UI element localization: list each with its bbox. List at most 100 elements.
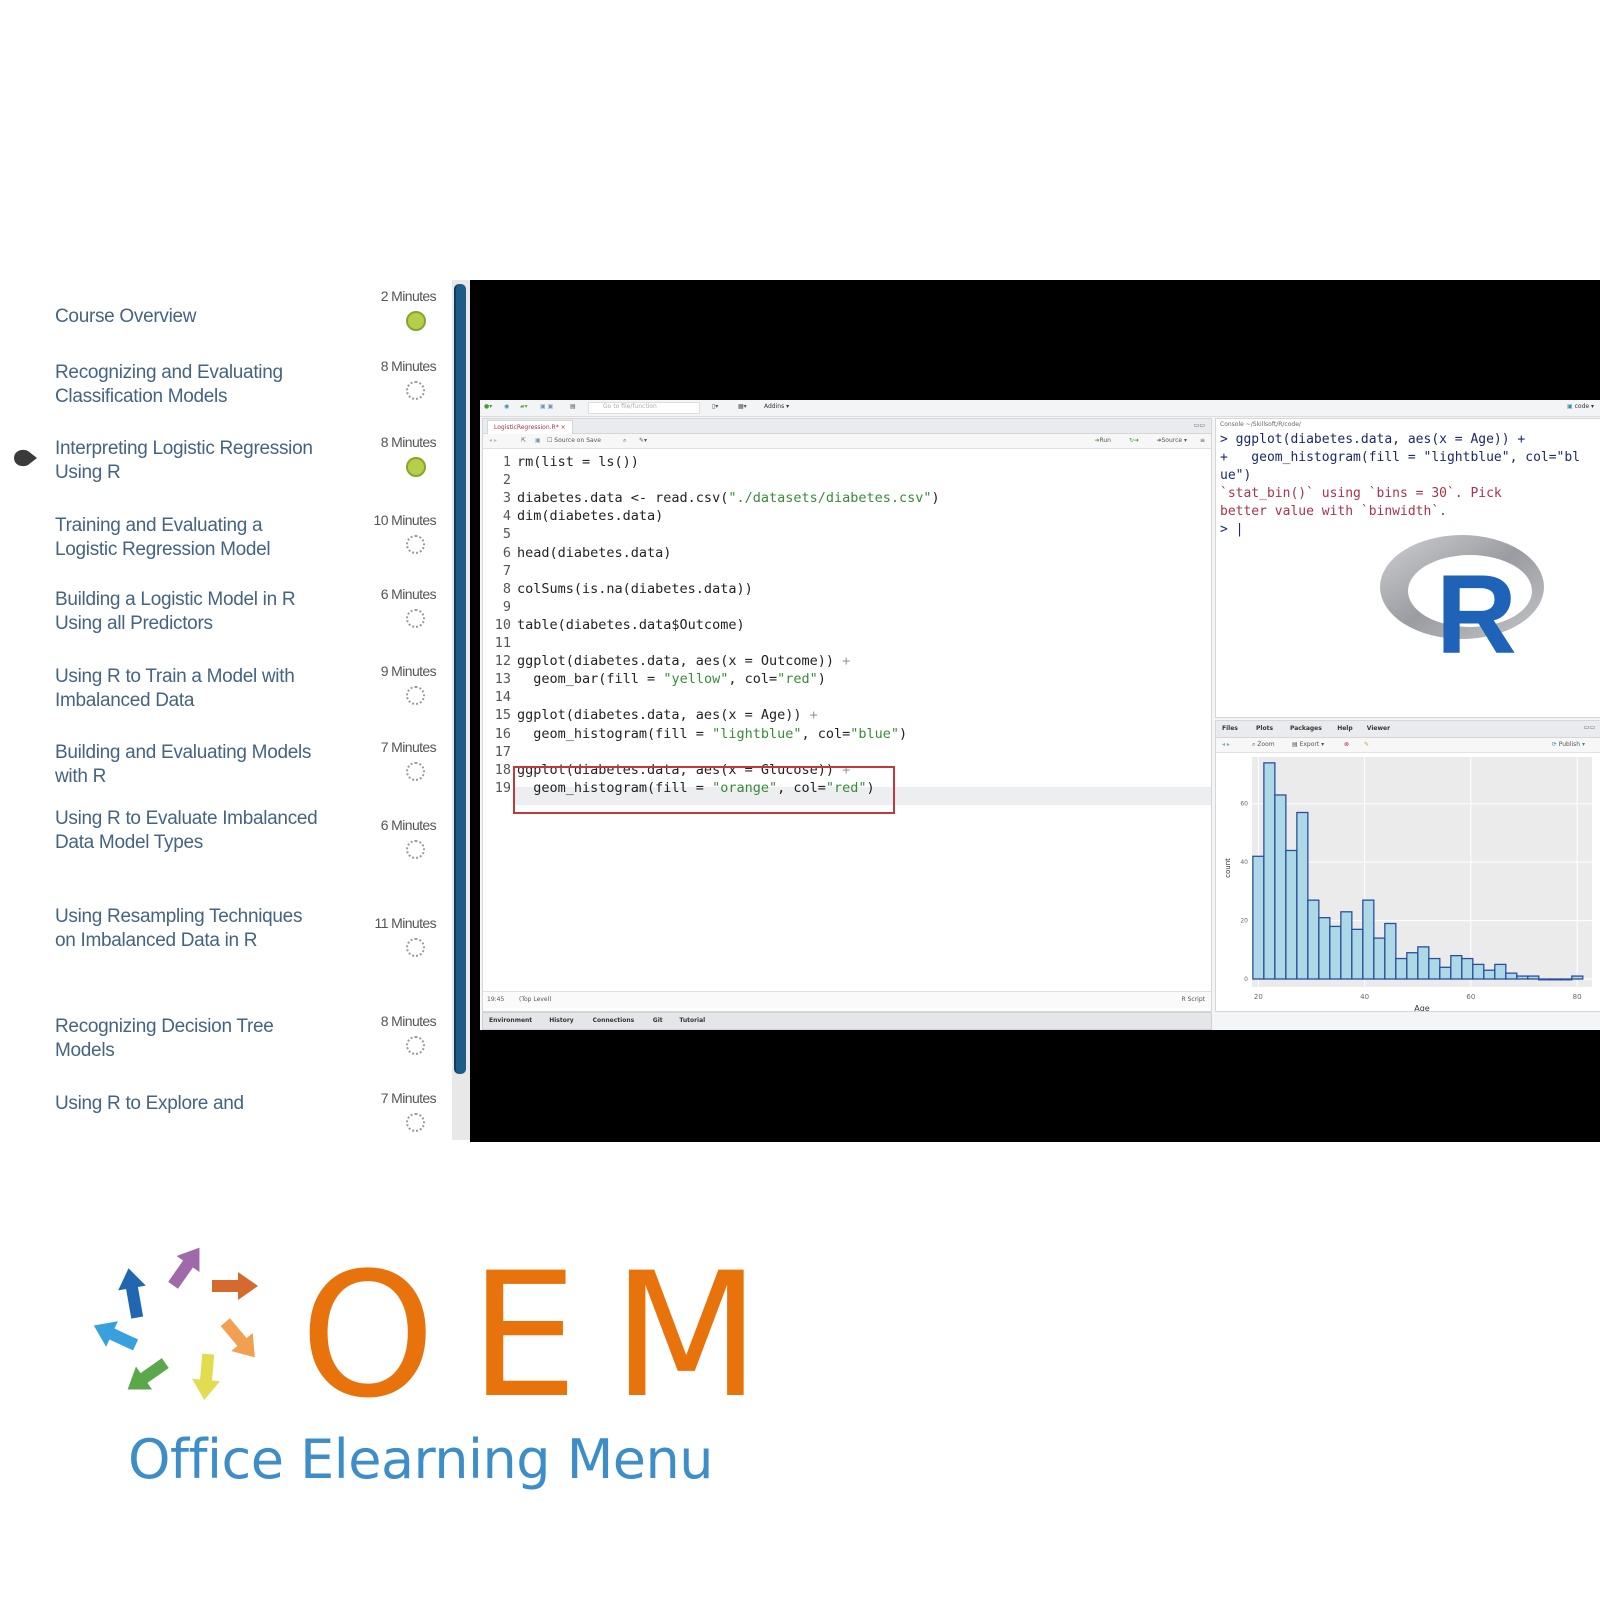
course-title[interactable]: Course Overview [55,305,325,329]
code-line[interactable]: 6 head(diabetes.data) [483,544,1211,562]
save-file-icon[interactable]: ▣ [535,437,541,444]
histogram-bar [1296,811,1309,980]
scrollbar-thumb[interactable] [454,284,466,1074]
addins-menu[interactable]: Addins ▾ [764,403,789,410]
course-item[interactable]: Using R to Explore and 7 Minutes [0,1090,440,1140]
histogram-bar [1461,957,1474,980]
code-line[interactable]: 14 [483,688,1211,706]
y-tick-label: 20 [1240,918,1248,925]
code-line[interactable]: 7 [483,562,1211,580]
course-title[interactable]: Building and Evaluating Models with R [55,741,325,788]
line-number: 17 [494,743,511,760]
histogram-bar [1571,975,1584,980]
tab-environment[interactable]: Environment [489,1014,532,1028]
remove-plot-icon[interactable]: ⊗ [1344,741,1349,748]
source-button[interactable]: ➜Source ▾ [1156,437,1187,444]
vcs-icon[interactable]: ▯▾ [712,403,718,410]
scope-indicator[interactable]: (Top Level) [519,996,552,1003]
tab-viewer[interactable]: Viewer [1367,722,1390,736]
course-title[interactable]: Using R to Explore and [55,1092,325,1116]
pane-maximize-icon[interactable]: ▭▭ [1194,422,1205,429]
code-line[interactable]: 10 table(diabetes.data$Outcome) [483,616,1211,634]
rerun-button[interactable]: ↻➜ [1129,437,1139,444]
course-item[interactable]: Building and Evaluating Models with R 7 M… [0,739,440,809]
code-line[interactable]: 2 [483,471,1211,489]
code-line[interactable]: 1 rm(list = ls()) [483,453,1211,471]
code-line[interactable]: 9 [483,598,1211,616]
course-title[interactable]: Using Resampling Techniques on Imbalance… [55,905,325,952]
code-line[interactable]: 4 dim(diabetes.data) [483,507,1211,525]
open-project-icon[interactable]: ◉ [504,403,509,410]
code-line[interactable]: 8 colSums(is.na(diabetes.data)) [483,580,1211,598]
show-in-window-icon[interactable]: ⇱ [521,437,526,444]
find-icon[interactable]: ⌕ [623,437,626,445]
tab-help[interactable]: Help [1337,722,1352,736]
tab-packages[interactable]: Packages [1290,722,1322,736]
code-tools-icon[interactable]: ✎▾ [639,437,647,444]
code-line[interactable]: 16 geom_histogram(fill = "lightblue", co… [483,725,1211,743]
plots-pane-tabs: ▭▭ Files Plots Packages Help Viewer [1216,721,1600,738]
file-type-indicator[interactable]: R Script [1182,996,1205,1003]
course-item[interactable]: Using Resampling Techniques on Imbalance… [0,906,440,985]
prev-plot-icon[interactable]: ◂ ▸ [1222,741,1230,748]
course-item[interactable]: Using R to Evaluate Imbalanced Data Mode… [0,808,440,887]
course-item[interactable]: Course Overview 2 Minutes [0,288,440,358]
course-item[interactable]: Building a Logistic Model in R Using all… [0,586,440,656]
arrow-blue-light-icon [93,1321,139,1351]
histogram-bar [1252,855,1265,980]
course-title[interactable]: Using R to Evaluate Imbalanced Data Mode… [55,807,325,854]
line-number: 14 [494,689,511,706]
editor-tab[interactable]: LogisticRegression.R* × [487,420,573,434]
save-icon[interactable]: ▣ ▣ [540,403,553,410]
tab-plots[interactable]: Plots [1256,722,1273,736]
publish-button[interactable]: ⟳ Publish ▾ [1552,741,1585,748]
course-item[interactable]: Recognizing and Evaluating Classificatio… [0,358,440,428]
course-title[interactable]: Recognizing and Evaluating Classificatio… [55,361,325,408]
course-title[interactable]: Interpreting Logistic Regression Using R [55,437,325,484]
code-line[interactable]: 17 [483,743,1211,761]
course-item[interactable]: Training and Evaluating a Logistic Regre… [0,512,440,582]
code-line[interactable]: 11 [483,634,1211,652]
tab-tutorial[interactable]: Tutorial [679,1014,705,1028]
code-line[interactable]: 5 [483,525,1211,543]
histogram-bar [1406,952,1419,980]
print-icon[interactable]: ▤ [570,403,576,410]
course-item[interactable]: Recognizing Decision Tree Models 8 Minute… [0,1013,440,1083]
pane-minmax-icon[interactable]: ▭▭ [1584,724,1595,731]
outline-icon[interactable]: ≡ [1200,437,1205,444]
goto-file-input[interactable]: Go to file/function [588,402,700,414]
course-title[interactable]: Building a Logistic Model in R Using all… [55,588,325,635]
back-forward-icons[interactable]: ◂ ▸ [489,437,497,444]
completed-status-icon [406,311,426,331]
clear-plots-icon[interactable]: ✎ [1364,741,1369,748]
source-on-save-checkbox[interactable]: ☐ Source on Save [547,437,601,444]
export-button[interactable]: ▤ Export ▾ [1292,741,1324,748]
tab-git[interactable]: Git [653,1014,663,1028]
course-item[interactable]: Using R to Train a Model with Imbalanced… [0,663,440,733]
code-line[interactable]: 12 ggplot(diabetes.data, aes(x = Outcome)… [483,652,1211,670]
project-menu[interactable]: ▣ code ▾ [1567,403,1594,410]
code-line[interactable]: 13 geom_bar(fill = "yellow", col="red") [483,670,1211,688]
new-file-icon[interactable]: ●▾ [484,403,492,410]
zoom-button[interactable]: ⌕ Zoom [1252,741,1275,749]
grid-icon[interactable]: ▦▾ [738,403,747,410]
course-title[interactable]: Using R to Train a Model with Imbalanced… [55,665,325,712]
course-item[interactable]: Interpreting Logistic Regression Using R… [0,434,440,504]
run-button[interactable]: ➜Run [1094,437,1111,444]
console-pane[interactable]: Console ~/Skillsoft/R/code/ > ggplot(dia… [1215,418,1600,718]
tab-history[interactable]: History [549,1014,574,1028]
histogram-bar [1285,849,1298,980]
tab-files[interactable]: Files [1222,722,1238,736]
course-list-scrollbar[interactable] [452,280,470,1140]
source-editor[interactable]: LogisticRegression.R* × ▭▭ ◂ ▸ ⇱ ▣ ☐ Sou… [482,418,1212,1012]
code-line[interactable]: 15 ggplot(diabetes.data, aes(x = Age)) + [483,706,1211,724]
histogram-bar [1307,899,1320,980]
open-file-icon[interactable]: ▰▾ [520,403,528,410]
tab-connections[interactable]: Connections [593,1014,635,1028]
course-title[interactable]: Recognizing Decision Tree Models [55,1015,325,1062]
course-title[interactable]: Training and Evaluating a Logistic Regre… [55,514,325,561]
not-started-status-icon [406,938,425,957]
code-line[interactable]: 3 diabetes.data <- read.csv("./datasets/d… [483,489,1211,507]
histogram-bar [1318,917,1331,980]
code-area[interactable]: 1 rm(list = ls()) 2 3 diabetes.data <- read.… [483,449,1211,989]
